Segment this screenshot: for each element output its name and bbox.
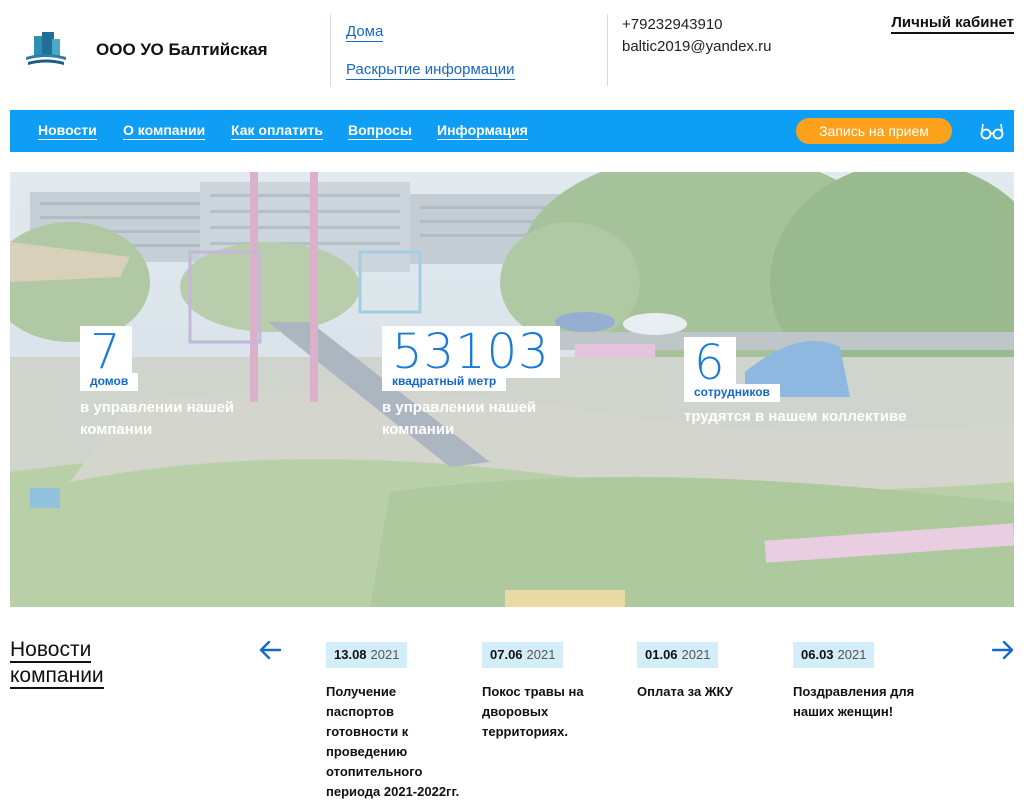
site-header: ООО УО Балтийская Дома Раскрытие информа… bbox=[0, 0, 1024, 110]
houses-link[interactable]: Дома bbox=[346, 22, 384, 42]
stat-unit: сотрудников bbox=[684, 384, 780, 402]
appointment-button[interactable]: Запись на прием bbox=[796, 118, 952, 144]
news-card[interactable]: 01.06 2021 Оплата за ЖКУ bbox=[637, 642, 787, 702]
nav-item-news[interactable]: Новости bbox=[38, 122, 97, 140]
news-card[interactable]: 06.03 2021 Поздравления для наших женщин! bbox=[793, 642, 943, 722]
stat-employees: 6 сотрудников трудятся в нашем коллектив… bbox=[684, 337, 984, 428]
stat-area: 53103 квадратный метр в управлении нашей… bbox=[382, 326, 572, 441]
phone-link[interactable]: +79232943910 bbox=[622, 16, 723, 33]
disclosure-link[interactable]: Раскрытие информации bbox=[346, 60, 515, 80]
news-section-title[interactable]: Новости компании bbox=[10, 637, 104, 689]
date-day-month: 07.06 bbox=[490, 647, 523, 662]
news-headline[interactable]: Поздравления для наших женщин! bbox=[793, 682, 923, 722]
news-headline[interactable]: Оплата за ЖКУ bbox=[637, 682, 777, 702]
news-headline[interactable]: Покос травы на дворовых территориях. bbox=[482, 682, 602, 742]
date-badge: 01.06 2021 bbox=[637, 642, 719, 668]
stat-unit: домов bbox=[80, 373, 139, 391]
stat-houses: 7 домов в управлении нашей компании bbox=[80, 326, 270, 441]
date-year: 2021 bbox=[837, 647, 867, 662]
nav-item-questions[interactable]: Вопросы bbox=[348, 122, 412, 140]
news-title-line: компании bbox=[10, 664, 104, 689]
date-year: 2021 bbox=[681, 647, 711, 662]
date-year: 2021 bbox=[526, 647, 556, 662]
header-divider bbox=[607, 14, 608, 86]
stat-description: трудятся в нашем коллективе bbox=[684, 408, 907, 425]
personal-cabinet-link[interactable]: Личный кабинет bbox=[891, 14, 1014, 34]
date-day-month: 13.08 bbox=[334, 647, 367, 662]
arrow-right-icon[interactable] bbox=[992, 640, 1014, 660]
stat-description: в управлении нашей компании bbox=[382, 399, 537, 438]
glasses-icon[interactable] bbox=[980, 119, 1004, 143]
news-card[interactable]: 07.06 2021 Покос травы на дворовых террит… bbox=[482, 642, 632, 742]
nav-item-payment[interactable]: Как оплатить bbox=[231, 122, 324, 140]
date-day-month: 06.03 bbox=[801, 647, 834, 662]
header-divider bbox=[330, 14, 331, 86]
company-logo-icon[interactable] bbox=[24, 30, 68, 68]
date-badge: 13.08 2021 bbox=[326, 642, 408, 668]
date-day-month: 01.06 bbox=[645, 647, 678, 662]
nav-item-about[interactable]: О компании bbox=[123, 122, 206, 140]
date-year: 2021 bbox=[370, 647, 400, 662]
date-badge: 07.06 2021 bbox=[482, 642, 564, 668]
company-name: ООО УО Балтийская bbox=[96, 40, 268, 59]
date-badge: 06.03 2021 bbox=[793, 642, 875, 668]
nav-item-info[interactable]: Информация bbox=[437, 122, 528, 140]
news-title-line: Новости bbox=[10, 638, 92, 663]
main-nav: Новости О компании Как оплатить Вопросы … bbox=[10, 110, 1014, 152]
stat-description: в управлении нашей компании bbox=[80, 399, 235, 438]
arrow-left-icon[interactable] bbox=[259, 640, 281, 660]
news-headline[interactable]: Получение паспортов готовности к проведе… bbox=[326, 682, 466, 802]
email-link[interactable]: baltic2019@yandex.ru bbox=[622, 38, 772, 55]
stat-unit: квадратный метр bbox=[382, 373, 507, 391]
news-card[interactable]: 13.08 2021 Получение паспортов готовности… bbox=[326, 642, 476, 802]
hero-banner: 7 домов в управлении нашей компании 5310… bbox=[10, 172, 1014, 607]
